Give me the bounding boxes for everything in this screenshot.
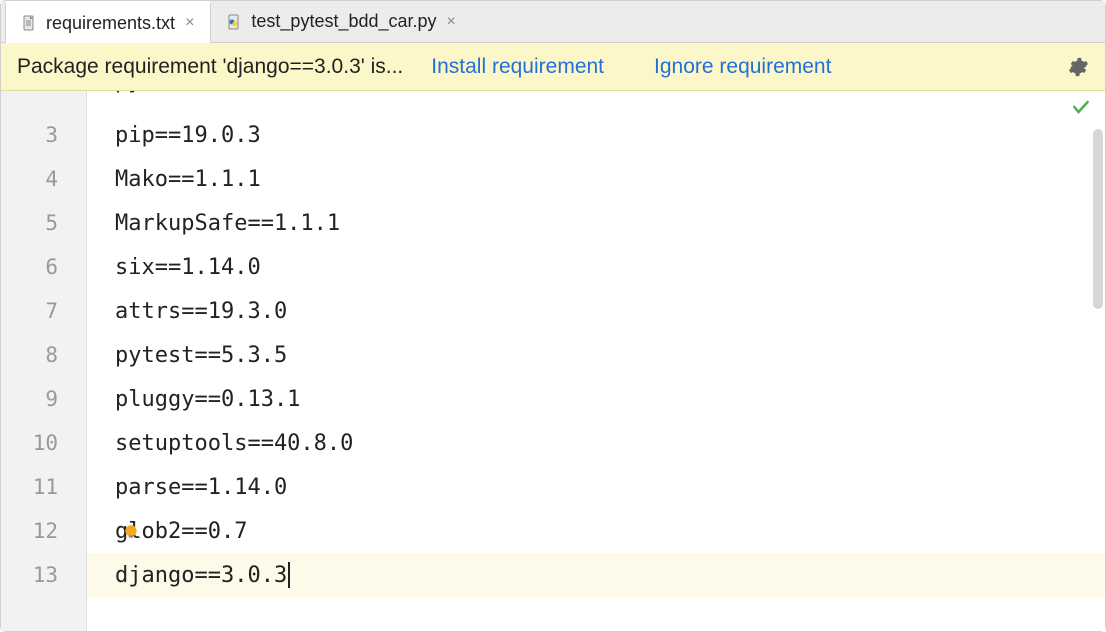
install-requirement-link[interactable]: Install requirement (431, 55, 604, 79)
gear-icon[interactable] (1067, 56, 1089, 78)
code-line[interactable]: MarkupSafe==1.1.1 (87, 201, 1105, 245)
close-icon[interactable]: × (183, 14, 196, 32)
tab-label: test_pytest_bdd_car.py (251, 11, 436, 32)
lightbulb-icon[interactable] (122, 522, 140, 540)
code-line[interactable]: glob2==0.7 (87, 509, 1105, 553)
tab-label: requirements.txt (46, 13, 175, 34)
line-number: 8 (1, 333, 86, 377)
python-file-icon (225, 13, 243, 31)
code-line[interactable]: Mako==1.1.1 (87, 157, 1105, 201)
close-icon[interactable]: × (445, 13, 458, 31)
line-number: 9 (1, 377, 86, 421)
line-number: 13 (1, 553, 86, 597)
text-file-icon (20, 14, 38, 32)
tab-bar: requirements.txt × test_pytest_bdd_car.p… (1, 1, 1105, 43)
tab-python-test[interactable]: test_pytest_bdd_car.py × (211, 1, 471, 42)
line-number: 7 (1, 289, 86, 333)
line-number: 11 (1, 465, 86, 509)
line-number: 3 (1, 113, 86, 157)
line-number: 5 (1, 201, 86, 245)
notification-bar: Package requirement 'django==3.0.3' is..… (1, 43, 1105, 91)
code-line[interactable]: pluggy==0.13.1 (87, 377, 1105, 421)
code-content[interactable]: py 2.0.1 pip==19.0.3 Mako==1.1.1 MarkupS… (87, 91, 1105, 631)
editor: 3 4 5 6 7 8 9 10 11 12 13 py 2.0.1 pip==… (1, 91, 1105, 631)
code-line[interactable]: pytest==5.3.5 (87, 333, 1105, 377)
line-number: 6 (1, 245, 86, 289)
tab-requirements[interactable]: requirements.txt × (5, 1, 211, 42)
text-cursor (288, 562, 290, 588)
code-line[interactable]: attrs==19.3.0 (87, 289, 1105, 333)
code-line[interactable]: pip==19.0.3 (87, 113, 1105, 157)
notification-text: Package requirement 'django==3.0.3' is..… (17, 55, 403, 79)
code-line[interactable]: django==3.0.3 (87, 553, 1105, 597)
line-number: 12 (1, 509, 86, 553)
code-line[interactable]: setuptools==40.8.0 (87, 421, 1105, 465)
line-number (1, 91, 86, 113)
code-line[interactable]: py 2.0.1 (87, 91, 1105, 113)
line-number: 10 (1, 421, 86, 465)
ignore-requirement-link[interactable]: Ignore requirement (654, 55, 831, 79)
gutter: 3 4 5 6 7 8 9 10 11 12 13 (1, 91, 87, 631)
code-line[interactable]: parse==1.14.0 (87, 465, 1105, 509)
line-number: 4 (1, 157, 86, 201)
code-line[interactable]: six==1.14.0 (87, 245, 1105, 289)
